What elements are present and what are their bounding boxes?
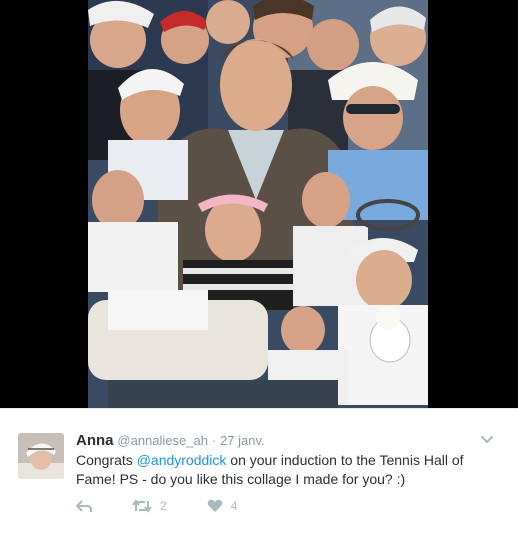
retweet-button[interactable]: 2: [132, 499, 167, 513]
reply-button[interactable]: [76, 499, 92, 513]
like-button[interactable]: 4: [207, 499, 238, 513]
user-handle[interactable]: @annaliese_ah: [117, 433, 208, 448]
avatar-image: [18, 433, 64, 479]
retweet-count: 2: [160, 499, 167, 513]
display-name[interactable]: Anna: [76, 432, 114, 449]
tweet-text: Congrats @andyroddick on your induction …: [76, 451, 494, 489]
collage-image[interactable]: [88, 0, 428, 408]
mention-link[interactable]: @andyroddick: [137, 452, 227, 468]
heart-icon: [207, 499, 222, 512]
chevron-down-icon[interactable]: [480, 433, 494, 447]
tweet-media[interactable]: [0, 0, 518, 408]
tweet-date[interactable]: 27 janv.: [220, 433, 265, 448]
like-count: 4: [230, 499, 238, 513]
retweet-icon: [132, 499, 152, 513]
tweet: Anna @annaliese_ah · 27 janv. Congrats @…: [0, 408, 518, 533]
avatar[interactable]: [18, 433, 64, 479]
reply-icon: [76, 500, 92, 512]
collage-artwork: [88, 0, 428, 408]
separator: ·: [211, 433, 217, 448]
tweet-actions: 2 4: [76, 497, 277, 515]
tweet-text-start: Congrats: [76, 452, 137, 468]
tweet-header: Anna @annaliese_ah · 27 janv.: [76, 431, 478, 450]
